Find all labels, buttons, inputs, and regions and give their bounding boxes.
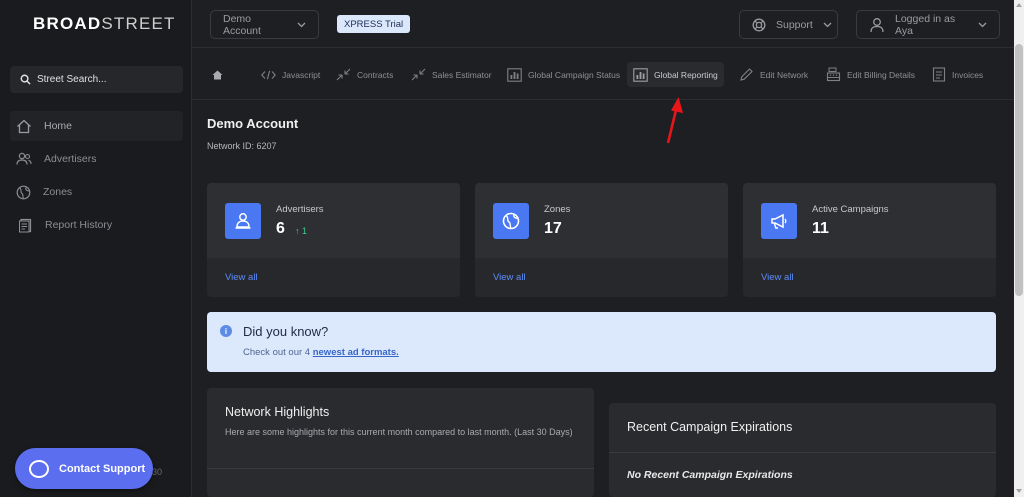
toolbar-item-label: Invoices: [952, 69, 984, 80]
toolbar-item-label: Edit Network: [760, 69, 809, 80]
toolbar-edit-billing-details[interactable]: Edit Billing Details: [820, 62, 921, 87]
home-outline-icon: [16, 119, 32, 134]
top-bar: Demo Account XPRESS Trial Support Logged…: [192, 0, 1024, 48]
view-all-advertisers-link[interactable]: View all: [225, 272, 258, 283]
chevron-down-icon: [297, 22, 306, 28]
sidebar-item-report-history[interactable]: Report History: [10, 210, 183, 240]
toolbar-item-label: Javascript: [282, 69, 321, 80]
chart-icon: [633, 67, 648, 82]
toolbar-global-reporting[interactable]: Global Reporting: [627, 62, 724, 87]
shrink-icon: [411, 68, 426, 81]
recent-campaign-expirations-panel: Recent Campaign Expirations No Recent Ca…: [609, 403, 996, 497]
search-icon: [20, 74, 31, 85]
stat-label: Zones: [544, 204, 571, 215]
stat-card-zones: Zones 17 View all: [475, 183, 728, 297]
did-you-know-banner: i Did you know? Check out our 4 newest a…: [207, 312, 996, 372]
toolbar-sales-estimator[interactable]: Sales Estimator: [405, 62, 498, 87]
sidebar-item-label: Report History: [45, 219, 113, 231]
stat-delta: ↑ 1: [295, 226, 308, 236]
toolbar-item-label: Edit Billing Details: [847, 69, 916, 80]
contact-support-button[interactable]: Contact Support: [15, 448, 153, 489]
sidebar-item-home[interactable]: Home: [10, 111, 183, 141]
scroll-up-icon[interactable]: [1016, 3, 1022, 7]
contact-support-label: Contact Support: [59, 462, 146, 475]
panel-divider: [609, 452, 996, 453]
account-select-value: Demo Account: [223, 12, 261, 37]
report-icon: [18, 218, 33, 233]
user-label: Logged in as Aya: [895, 12, 956, 37]
toolbar-item-label: Global Campaign Status: [528, 69, 621, 80]
sidebar-item-label: Home: [44, 120, 73, 132]
panel-subtitle: Here are some highlights for this curren…: [225, 427, 573, 437]
user-icon: [869, 17, 885, 33]
toolbar-edit-network[interactable]: Edit Network: [733, 62, 814, 87]
cash-register-icon: [826, 67, 841, 82]
toolbar-invoices[interactable]: Invoices: [926, 62, 989, 87]
view-all-zones-link[interactable]: View all: [493, 272, 526, 283]
empty-state-text: No Recent Campaign Expirations: [627, 469, 793, 481]
scroll-down-icon[interactable]: [1016, 489, 1022, 493]
home-icon: [212, 70, 223, 80]
toolbar-divider: [192, 99, 1014, 100]
info-icon: i: [220, 325, 232, 337]
support-label: Support: [776, 18, 813, 31]
toolbar-javascript[interactable]: Javascript: [255, 62, 326, 87]
invoice-icon: [932, 67, 946, 82]
chart-icon: [507, 67, 522, 82]
view-all-campaigns-link[interactable]: View all: [761, 272, 794, 283]
trial-badge: XPRESS Trial: [337, 15, 411, 33]
faint-footer-text: 30: [152, 467, 163, 477]
shrink-icon: [336, 68, 351, 81]
chevron-down-icon: [823, 22, 832, 28]
newest-ad-formats-link[interactable]: newest ad formats.: [313, 347, 399, 358]
chevron-down-icon: [978, 22, 987, 28]
pencil-icon: [739, 67, 754, 82]
home-link[interactable]: [206, 62, 229, 87]
support-button[interactable]: Support: [739, 10, 838, 39]
account-select[interactable]: Demo Account: [210, 10, 319, 39]
stat-value: 17: [544, 220, 562, 237]
megaphone-icon: [761, 203, 797, 239]
panel-title: Network Highlights: [225, 405, 330, 419]
page-scrollbar[interactable]: [1014, 0, 1024, 497]
info-text: Check out our 4 newest ad formats.: [243, 347, 399, 358]
lifebuoy-icon: [752, 18, 766, 32]
sidebar-item-label: Advertisers: [44, 153, 97, 165]
toolbar-item-label: Contracts: [357, 69, 394, 80]
globe-icon: [493, 203, 529, 239]
brand-logo[interactable]: BROADSTREET: [33, 14, 176, 34]
panel-divider: [207, 468, 594, 469]
advertiser-icon: [225, 203, 261, 239]
sidebar-item-advertisers[interactable]: Advertisers: [10, 144, 183, 174]
page-title: Demo Account: [207, 116, 299, 131]
toolbar-contracts[interactable]: Contracts: [330, 62, 399, 87]
sidebar-item-zones[interactable]: Zones: [10, 177, 183, 207]
arrow-up-icon: ↑: [295, 226, 300, 236]
toolbar-item-label: Global Reporting: [654, 69, 718, 80]
network-toolbar: Javascript Contracts Sales Estimator Glo…: [192, 56, 1024, 92]
users-icon: [16, 152, 32, 166]
stat-label: Active Campaigns: [812, 204, 889, 215]
chat-bubble-icon: [29, 459, 49, 478]
stat-value: 11: [812, 220, 829, 237]
sidebar: BROADSTREET Street Search... Home Advert…: [0, 0, 192, 497]
toolbar-global-campaign-status[interactable]: Global Campaign Status: [501, 62, 626, 87]
stat-value: 6: [276, 220, 285, 237]
stat-label: Advertisers: [276, 204, 324, 215]
sidebar-item-label: Zones: [43, 186, 73, 198]
code-icon: [261, 70, 276, 80]
toolbar-item-label: Sales Estimator: [432, 69, 492, 80]
street-search-input[interactable]: Street Search...: [10, 66, 183, 93]
stat-card-advertisers: Advertisers 6 ↑ 1 View all: [207, 183, 460, 297]
search-placeholder: Street Search...: [37, 74, 107, 85]
info-title: Did you know?: [243, 324, 329, 339]
network-highlights-panel: Network Highlights Here are some highlig…: [207, 388, 594, 497]
scroll-thumb[interactable]: [1015, 44, 1023, 296]
network-id: Network ID: 6207: [207, 141, 277, 151]
user-menu-button[interactable]: Logged in as Aya: [856, 10, 1000, 39]
panel-title: Recent Campaign Expirations: [627, 420, 793, 434]
globe-icon: [16, 185, 31, 200]
stat-card-active-campaigns: Active Campaigns 11 View all: [743, 183, 996, 297]
